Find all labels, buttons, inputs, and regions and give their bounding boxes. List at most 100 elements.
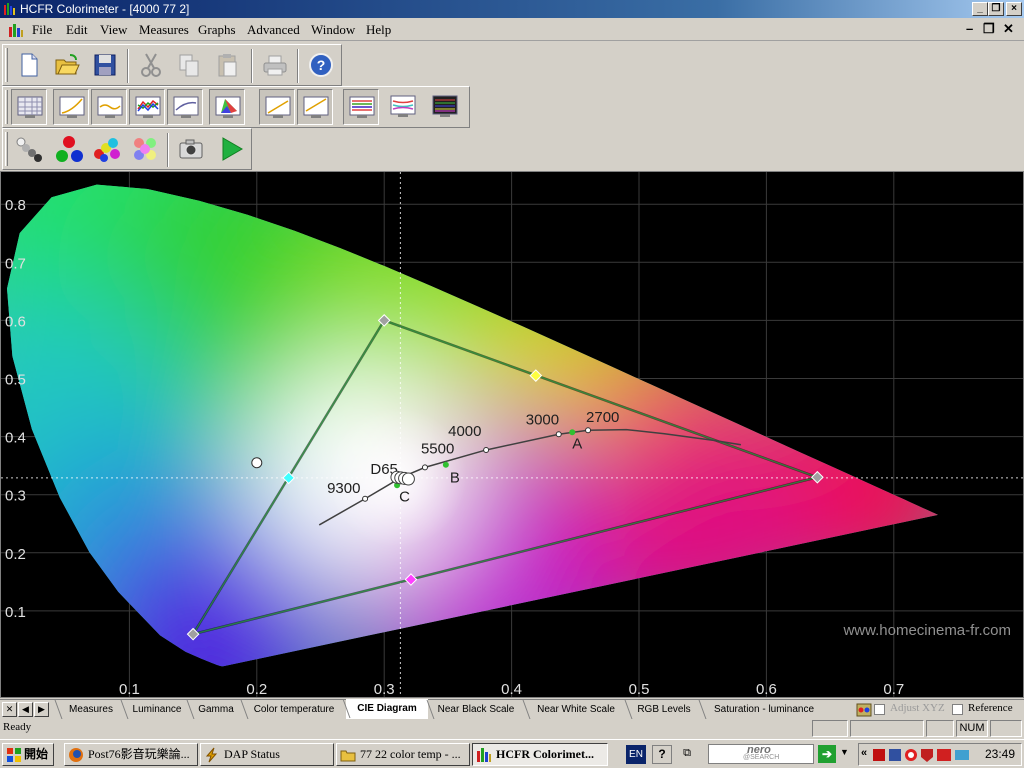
document-icon[interactable] [8,23,24,38]
measured-white-point [401,472,415,486]
taskbar-item-dap-status[interactable]: DAP Status [200,743,334,766]
taskbar-item-firefox[interactable]: Post76影音玩樂論... [64,743,198,766]
ime-options-icon[interactable]: ⧉ [678,745,696,764]
tab-near-white-scale[interactable]: Near White Scale [522,700,626,719]
close-button[interactable]: × [1006,2,1022,16]
planckian-label: 9300 [327,480,360,497]
saturation-shift-graph-button[interactable] [385,89,421,125]
menu-advanced[interactable]: Advanced [247,22,300,38]
y-tick-label: 0.5 [5,372,26,389]
planckian-point [421,464,428,471]
tab-saturation-luminance[interactable]: Saturation - luminance [698,700,826,719]
x-tick-label: 0.6 [756,681,777,697]
print-button[interactable] [257,47,293,83]
secondary-spheres-icon [94,138,120,162]
restore-button[interactable]: ❐ [988,2,1004,16]
measure-saturation-button[interactable] [127,131,163,167]
tab-gamma[interactable]: Gamma [186,700,242,719]
open-button[interactable] [49,47,85,83]
near-black-graph-icon [265,96,291,118]
start-label: 開始 [24,747,49,761]
paste-button[interactable] [209,47,245,83]
measure-grayscale-button[interactable] [11,131,47,167]
y-tick-label: 0.7 [5,255,26,272]
measures-grid-button[interactable] [11,89,47,125]
menu-view[interactable]: View [100,22,127,38]
luminance-graph-button[interactable] [53,89,89,125]
reference-checkbox[interactable] [952,704,963,715]
tab-rgb-levels[interactable]: RGB Levels [624,700,700,719]
mdi-restore-button[interactable]: ❐ [983,21,995,37]
tab-first-icon[interactable]: ◀ [18,702,33,717]
rgb-levels-graph-icon [135,96,161,118]
illuminant-label: B [450,470,460,487]
taskbar-item-folder[interactable]: 77 22 color temp - ... [336,743,470,766]
measure-secondaries-button[interactable] [89,131,125,167]
tab-next-icon[interactable]: ▶ [34,702,49,717]
gamma-graph-button[interactable] [91,89,127,125]
menu-window[interactable]: Window [311,22,355,38]
tab-near-black-scale[interactable]: Near Black Scale [426,700,522,719]
saturation-shift-graph-icon [390,95,416,117]
y-tick-label: 0.1 [5,604,26,621]
menu-edit[interactable]: Edit [66,22,88,38]
close-tab-icon[interactable]: ✕ [2,702,17,717]
tab-color-temperature[interactable]: Color temperature [240,700,344,719]
shield-icon [921,749,933,762]
nero-search-input[interactable]: nero @SEARCH [708,744,814,764]
single-measure-button[interactable] [173,131,209,167]
menu-help[interactable]: Help [366,22,391,38]
cie-diagram[interactable]: 9300D65550040003000 2700ABC 0.1 0.2 0.3 0.4 0… [1,172,1023,697]
menu-file[interactable]: File [32,22,52,38]
y-tick-label: 0.3 [5,488,26,505]
toolbar-separator [251,49,253,83]
mdi-close-button[interactable]: ✕ [1003,21,1014,37]
display-icon [955,750,969,760]
new-button[interactable] [11,47,47,83]
task-label: 77 22 color temp - ... [360,747,461,761]
toolbar-grip[interactable] [5,48,8,82]
toolbar-grip[interactable] [5,132,8,166]
tray-expand-icon[interactable]: « [861,747,867,759]
near-white-graph-button[interactable] [297,89,333,125]
help-button[interactable]: ? [303,47,339,83]
copy-button[interactable] [171,47,207,83]
continuous-measure-button[interactable] [213,131,249,167]
cie-diagram-icon [215,96,241,118]
cie-diagram-button[interactable] [209,89,245,125]
taskbar-item-hcfr[interactable]: HCFR Colorimet... [472,743,608,766]
saturation-graph-button[interactable] [343,89,379,125]
save-button[interactable] [87,47,123,83]
status-pane [850,720,924,737]
tab-luminance[interactable]: Luminance [120,700,190,719]
minimize-button[interactable]: _ [972,2,988,16]
help-icon[interactable]: ? [652,745,672,764]
measure-primaries-button[interactable] [51,131,87,167]
status-text: Ready [3,721,32,733]
copy-icon [179,54,199,77]
mdi-minimize-button[interactable]: – [966,21,973,36]
x-tick-label: 0.1 [119,681,140,697]
clock: 23:49 [984,747,1015,761]
tab-measures[interactable]: Measures [54,700,124,719]
planckian-point [555,431,562,438]
color-temperature-graph-button[interactable] [167,89,203,125]
cut-button[interactable] [133,47,169,83]
menu-measures[interactable]: Measures [139,22,189,38]
tab-cie-diagram[interactable]: CIE Diagram [342,699,428,719]
near-black-graph-button[interactable] [259,89,295,125]
cie-chart-area[interactable]: 9300 D65 5500 4000 3000 2700 A B C 0.1 0.2 0.3 0.4 0… [0,171,1024,698]
adjust-xyz-checkbox[interactable] [874,704,885,715]
all-graphs-button[interactable] [427,89,463,125]
adjust-xyz-icon[interactable] [856,702,872,718]
grid-table-icon [17,96,43,118]
dropdown-arrow-icon[interactable]: ▼ [840,747,849,757]
tray-icons[interactable] [871,747,971,763]
start-button[interactable]: 開始 [2,743,54,766]
search-go-icon[interactable]: ➔ [818,745,836,763]
language-indicator[interactable]: EN [626,745,646,764]
toolbar-grip[interactable] [5,90,8,124]
menu-graphs[interactable]: Graphs [198,22,236,38]
y-tick-label: 0.4 [5,430,26,447]
rgb-levels-graph-button[interactable] [129,89,165,125]
